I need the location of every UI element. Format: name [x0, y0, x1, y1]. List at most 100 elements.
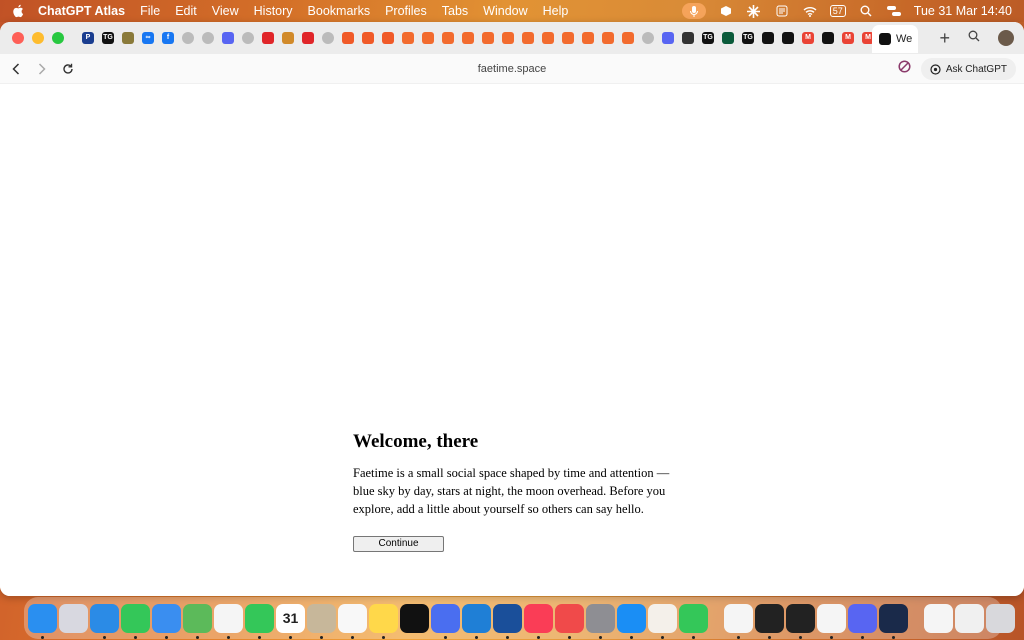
- vscode-icon[interactable]: [462, 603, 491, 639]
- clock[interactable]: Tue 31 Mar 14:40: [914, 4, 1012, 18]
- rocket-icon[interactable]: [555, 603, 584, 639]
- pinned-tab[interactable]: [818, 28, 838, 48]
- pinned-tab[interactable]: [298, 28, 318, 48]
- pinned-tab[interactable]: [258, 28, 278, 48]
- pinned-tab[interactable]: ∞: [138, 28, 158, 48]
- pinned-tab[interactable]: [438, 28, 458, 48]
- menu-help[interactable]: Help: [543, 4, 569, 18]
- pinned-tab[interactable]: [318, 28, 338, 48]
- music-icon[interactable]: [524, 603, 553, 639]
- menu-view[interactable]: View: [212, 4, 239, 18]
- terminal-icon[interactable]: [755, 603, 784, 639]
- profile-avatar[interactable]: [998, 30, 1014, 46]
- pinned-tab[interactable]: TG: [698, 28, 718, 48]
- pinned-tab[interactable]: [198, 28, 218, 48]
- battery-indicator[interactable]: 57: [829, 5, 846, 17]
- trash-icon[interactable]: [986, 603, 1015, 633]
- pinned-tab[interactable]: [178, 28, 198, 48]
- menu-window[interactable]: Window: [483, 4, 527, 18]
- notes-icon[interactable]: [369, 603, 398, 639]
- menu-app-name[interactable]: ChatGPT Atlas: [38, 4, 125, 18]
- pinned-tab[interactable]: [518, 28, 538, 48]
- pinned-tab[interactable]: [118, 28, 138, 48]
- pinned-tab[interactable]: [458, 28, 478, 48]
- menu-edit[interactable]: Edit: [175, 4, 197, 18]
- simulator-icon[interactable]: [431, 603, 460, 639]
- pinned-tab[interactable]: [278, 28, 298, 48]
- photos-icon[interactable]: [214, 603, 243, 639]
- control-center-icon[interactable]: [886, 3, 902, 19]
- pinned-tab[interactable]: [558, 28, 578, 48]
- microphone-icon[interactable]: [681, 3, 706, 19]
- minimize-window-button[interactable]: [32, 32, 44, 44]
- pinned-tab[interactable]: [338, 28, 358, 48]
- pinned-tab[interactable]: P: [78, 28, 98, 48]
- pinned-tab[interactable]: [618, 28, 638, 48]
- discord-icon[interactable]: [848, 603, 877, 639]
- reminders-icon[interactable]: [338, 603, 367, 639]
- pinned-tab[interactable]: TG: [738, 28, 758, 48]
- finder-icon[interactable]: [28, 603, 57, 639]
- settings-icon[interactable]: [586, 603, 615, 639]
- facetime-icon[interactable]: [245, 603, 274, 639]
- pinned-tab[interactable]: [238, 28, 258, 48]
- pinned-tab[interactable]: [578, 28, 598, 48]
- maps-icon[interactable]: [183, 603, 212, 639]
- pinned-tab[interactable]: [778, 28, 798, 48]
- menu-tabs[interactable]: Tabs: [442, 4, 468, 18]
- pinned-tab[interactable]: [498, 28, 518, 48]
- search-icon[interactable]: [858, 3, 874, 19]
- zoom-window-button[interactable]: [52, 32, 64, 44]
- address-bar[interactable]: faetime.space: [0, 63, 1024, 75]
- pinned-tab[interactable]: [718, 28, 738, 48]
- pinned-tab[interactable]: [678, 28, 698, 48]
- pinned-tab[interactable]: TG: [98, 28, 118, 48]
- pinned-tab[interactable]: f: [158, 28, 178, 48]
- document-icon[interactable]: [924, 603, 953, 633]
- calendar-icon[interactable]: 31: [276, 603, 305, 639]
- appstore-icon[interactable]: [617, 603, 646, 639]
- cube-icon[interactable]: [786, 603, 815, 639]
- pinned-tab[interactable]: [378, 28, 398, 48]
- box-icon[interactable]: [718, 3, 734, 19]
- menu-profiles[interactable]: Profiles: [385, 4, 427, 18]
- messages-icon[interactable]: [121, 603, 150, 639]
- pinned-tab[interactable]: [598, 28, 618, 48]
- notes-menu-icon[interactable]: [774, 3, 790, 19]
- block-icon[interactable]: [898, 60, 911, 78]
- perplexity-icon[interactable]: [648, 603, 677, 639]
- pinned-tab[interactable]: [418, 28, 438, 48]
- pinned-tab[interactable]: M: [798, 28, 818, 48]
- pinned-tab[interactable]: [358, 28, 378, 48]
- contacts-icon[interactable]: [307, 603, 336, 639]
- appletv-icon[interactable]: [400, 603, 429, 633]
- reload-icon[interactable]: [62, 63, 74, 75]
- ask-chatgpt-button[interactable]: Ask ChatGPT: [920, 58, 1016, 80]
- close-window-button[interactable]: [12, 32, 24, 44]
- apple-icon[interactable]: [10, 3, 26, 19]
- chrome-icon[interactable]: [724, 603, 753, 639]
- menu-history[interactable]: History: [254, 4, 293, 18]
- pinned-tab[interactable]: [538, 28, 558, 48]
- arc-icon[interactable]: [879, 603, 908, 639]
- forward-icon[interactable]: [36, 62, 48, 75]
- pinned-tab[interactable]: [398, 28, 418, 48]
- pinned-tab[interactable]: [658, 28, 678, 48]
- launchpad-icon[interactable]: [59, 603, 88, 633]
- continue-button[interactable]: Continue: [353, 535, 444, 552]
- menu-file[interactable]: File: [140, 4, 160, 18]
- pinned-tab[interactable]: [218, 28, 238, 48]
- inkscape-icon[interactable]: [817, 603, 846, 639]
- search-tabs-icon[interactable]: [968, 29, 980, 47]
- safari-icon[interactable]: [90, 603, 119, 639]
- menu-bookmarks[interactable]: Bookmarks: [308, 4, 371, 18]
- new-tab-button[interactable]: +: [939, 28, 950, 49]
- pinned-tab[interactable]: M: [838, 28, 858, 48]
- sparkle-icon[interactable]: [746, 3, 762, 19]
- phone-icon[interactable]: [679, 603, 708, 639]
- wifi-icon[interactable]: [802, 3, 818, 19]
- pinned-tab[interactable]: [758, 28, 778, 48]
- pinned-tab[interactable]: [638, 28, 658, 48]
- testflight-icon[interactable]: [493, 603, 522, 639]
- mail-icon[interactable]: [152, 603, 181, 639]
